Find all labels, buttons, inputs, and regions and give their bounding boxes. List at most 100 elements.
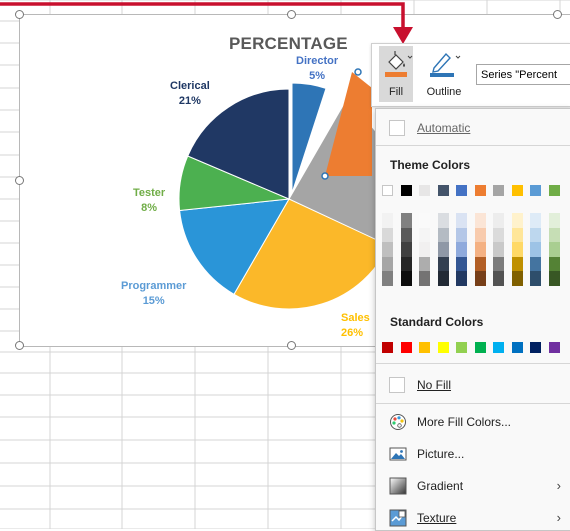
theme-color-shade-swatch[interactable] <box>493 271 504 286</box>
resize-handle-left-middle[interactable] <box>15 176 24 185</box>
standard-color-swatch[interactable] <box>382 342 393 353</box>
theme-color-shade-swatch[interactable] <box>419 271 430 286</box>
label-clerical[interactable]: Clerical 21% <box>170 79 210 109</box>
theme-color-shade-swatch[interactable] <box>474 213 486 228</box>
standard-color-swatch[interactable] <box>456 342 467 353</box>
theme-color-shade-swatch[interactable] <box>400 213 412 228</box>
theme-color-shade-swatch[interactable] <box>530 242 541 257</box>
theme-color-shade-swatch[interactable] <box>419 242 430 257</box>
label-sales[interactable]: Sales 26% <box>341 311 375 341</box>
theme-color-shade-swatch[interactable] <box>493 242 504 257</box>
label-director[interactable]: Director 5% <box>296 54 338 84</box>
label-tester[interactable]: Tester 8% <box>133 186 165 216</box>
slice-selection-handle[interactable] <box>321 172 329 180</box>
theme-color-shade-swatch[interactable] <box>474 256 486 271</box>
theme-color-shade-swatch[interactable] <box>548 256 560 271</box>
theme-color-shade-swatch[interactable] <box>511 227 523 242</box>
resize-handle-bottom-center[interactable] <box>287 341 296 350</box>
theme-color-shade-swatch[interactable] <box>456 271 467 286</box>
theme-color-shade-swatch[interactable] <box>548 242 560 257</box>
theme-color-shade-swatch[interactable] <box>530 271 541 286</box>
theme-color-shade-swatch[interactable] <box>400 256 412 271</box>
theme-color-shade-swatch[interactable] <box>456 242 467 257</box>
theme-color-shade-swatch[interactable] <box>511 242 523 257</box>
theme-color-shade-swatch[interactable] <box>437 227 449 242</box>
theme-color-shade-swatch[interactable] <box>382 227 393 242</box>
standard-color-swatch[interactable] <box>493 342 504 353</box>
resize-handle-bottom-left[interactable] <box>15 341 24 350</box>
standard-color-swatch[interactable] <box>530 342 541 353</box>
theme-color-shade-swatch[interactable] <box>456 227 467 242</box>
theme-color-shade-swatch[interactable] <box>493 256 504 271</box>
label-programmer[interactable]: Programmer 15% <box>121 279 186 309</box>
theme-color-shade-swatch[interactable] <box>382 256 393 271</box>
theme-color-shade-swatch[interactable] <box>382 213 393 228</box>
menu-item-picture[interactable]: Picture... <box>376 441 570 467</box>
theme-color-shade-swatch[interactable] <box>530 213 541 228</box>
label-clerical-percent: 21% <box>178 95 201 107</box>
color-palette-icon <box>390 414 406 430</box>
theme-color-shade-swatch[interactable] <box>474 242 486 257</box>
theme-color-swatch[interactable] <box>456 185 467 196</box>
theme-color-swatch[interactable] <box>493 185 504 196</box>
theme-color-swatch[interactable] <box>530 185 541 196</box>
theme-color-swatch[interactable] <box>419 185 430 196</box>
theme-color-shade-swatch[interactable] <box>548 227 560 242</box>
no-fill-swatch-icon <box>389 377 405 393</box>
theme-color-shade-swatch[interactable] <box>456 213 467 228</box>
standard-color-swatch[interactable] <box>511 342 523 353</box>
theme-color-swatch[interactable] <box>474 185 486 196</box>
slice-selection-handle[interactable] <box>354 68 362 76</box>
more-fill-colors-label: More Fill Colors... <box>417 415 512 429</box>
standard-color-swatch[interactable] <box>400 342 412 353</box>
label-tester-name: Tester <box>133 187 166 199</box>
chevron-right-icon: › <box>556 510 561 525</box>
theme-color-swatch[interactable] <box>437 185 449 196</box>
standard-color-swatch[interactable] <box>548 342 560 353</box>
menu-item-no-fill[interactable]: No Fill <box>376 372 570 398</box>
theme-color-shade-swatch[interactable] <box>548 271 560 286</box>
menu-item-more-fill-colors[interactable]: More Fill Colors... <box>376 409 570 435</box>
theme-color-shade-swatch[interactable] <box>437 256 449 271</box>
pen-outline-icon <box>430 52 461 77</box>
theme-color-shade-swatch[interactable] <box>493 213 504 228</box>
theme-color-shade-swatch[interactable] <box>437 271 449 286</box>
theme-color-swatch[interactable] <box>400 185 412 196</box>
menu-item-texture[interactable]: Texture › <box>376 505 570 531</box>
theme-color-shade-swatch[interactable] <box>474 271 486 286</box>
theme-color-shade-swatch[interactable] <box>456 256 467 271</box>
theme-color-shade-swatch[interactable] <box>530 227 541 242</box>
theme-color-shade-swatch[interactable] <box>400 271 412 286</box>
outline-label: Outline <box>426 86 462 98</box>
theme-color-shade-swatch[interactable] <box>437 242 449 257</box>
label-director-percent: 5% <box>309 70 326 82</box>
standard-color-swatch[interactable] <box>437 342 449 353</box>
standard-color-swatch[interactable] <box>474 342 486 353</box>
shape-outline-button[interactable]: Outline <box>422 46 466 102</box>
theme-color-shade-swatch[interactable] <box>511 271 523 286</box>
theme-color-shade-swatch[interactable] <box>400 242 412 257</box>
theme-color-shade-swatch[interactable] <box>400 227 412 242</box>
menu-item-automatic[interactable]: Automatic <box>376 115 570 141</box>
standard-colors-heading: Standard Colors <box>390 315 484 329</box>
theme-color-shade-swatch[interactable] <box>419 256 430 271</box>
standard-color-swatch[interactable] <box>419 342 430 353</box>
theme-color-swatch[interactable] <box>511 185 523 196</box>
theme-color-shade-swatch[interactable] <box>437 213 449 228</box>
theme-color-shade-swatch[interactable] <box>382 271 393 286</box>
theme-color-shade-swatch[interactable] <box>511 256 523 271</box>
theme-color-shade-swatch[interactable] <box>511 213 523 228</box>
chart-elements-select[interactable]: Series "Percent <box>476 64 570 85</box>
theme-color-swatch[interactable] <box>548 185 560 196</box>
theme-color-shade-swatch[interactable] <box>419 213 430 228</box>
theme-color-shade-swatch[interactable] <box>419 227 430 242</box>
theme-color-swatch[interactable] <box>382 185 393 196</box>
theme-color-shade-swatch[interactable] <box>548 213 560 228</box>
theme-color-shade-swatch[interactable] <box>382 242 393 257</box>
theme-color-shade-swatch[interactable] <box>530 256 541 271</box>
fill-label: Fill <box>388 86 404 98</box>
shape-fill-button[interactable]: Fill <box>379 46 413 102</box>
menu-item-gradient[interactable]: Gradient › <box>376 473 570 499</box>
theme-color-shade-swatch[interactable] <box>474 227 486 242</box>
theme-color-shade-swatch[interactable] <box>493 227 504 242</box>
